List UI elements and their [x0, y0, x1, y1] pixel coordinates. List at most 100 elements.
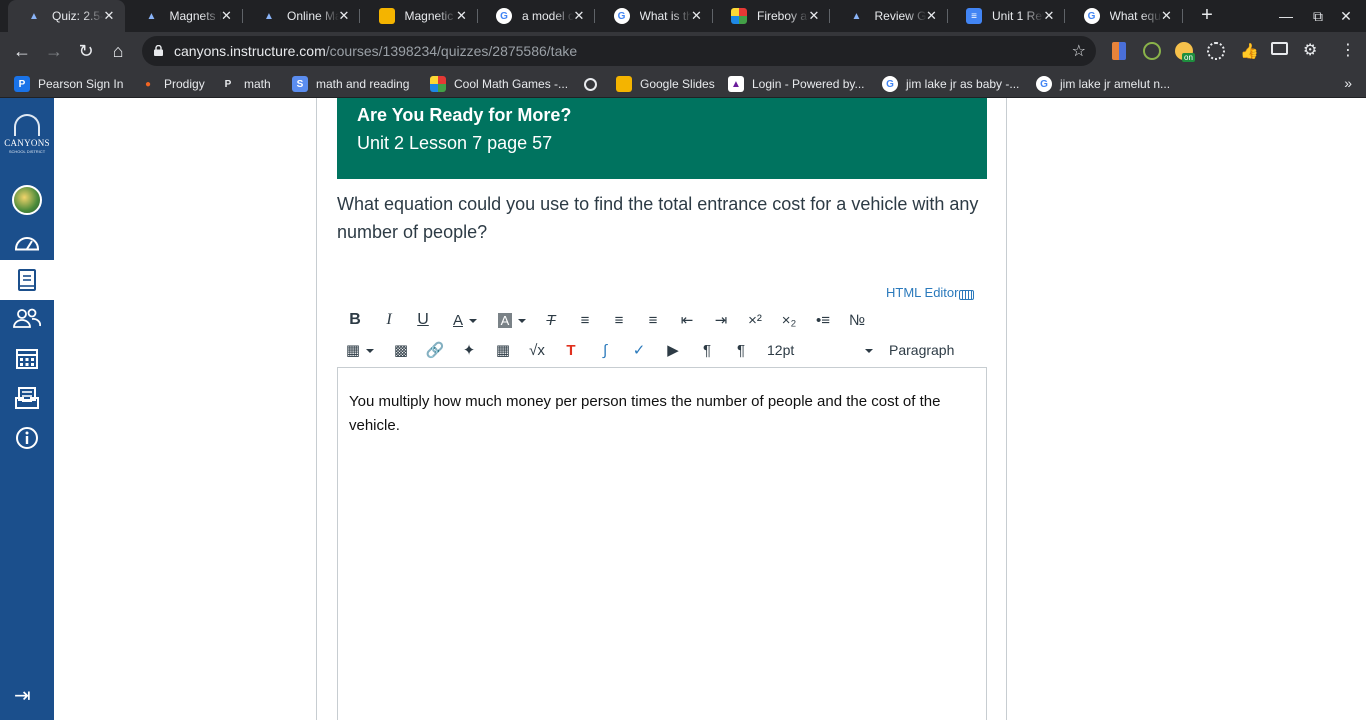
tab-title: What is th	[639, 9, 692, 23]
block-format-select[interactable]: Paragraph	[889, 338, 987, 362]
home-button[interactable]: ⌂	[106, 39, 130, 63]
nav-groups[interactable]	[0, 298, 54, 338]
bullet-list-button[interactable]: •≡	[813, 308, 833, 332]
extension-icon-2[interactable]	[1143, 42, 1161, 60]
minimize-button[interactable]: —	[1276, 6, 1296, 26]
canvas-favicon-icon: ▲	[851, 10, 862, 22]
tab-close-icon[interactable]: ✕	[219, 8, 235, 24]
banner-title: Are You Ready for More?	[357, 105, 572, 125]
tab-title: Quiz: 2.5-	[52, 9, 104, 23]
image-button[interactable]: ▦	[493, 338, 513, 362]
bookmark-item[interactable]: P Pearson Sign In	[14, 76, 123, 92]
browser-tab[interactable]: G What is th ✕	[596, 0, 713, 32]
bookmark-item[interactable]: Gjim lake jr as baby -...	[882, 76, 1019, 92]
outdent-button[interactable]: ⇤	[677, 308, 697, 332]
background-color-button[interactable]: A	[493, 308, 531, 332]
tab-close-icon[interactable]: ✕	[1041, 8, 1057, 24]
browser-tab[interactable]: ≡ Unit 1 Rev ✕	[948, 0, 1065, 32]
tab-title: Unit 1 Rev	[992, 9, 1044, 23]
browser-tab[interactable]: Fireboy ar ✕	[713, 0, 830, 32]
puzzle-icon[interactable]: ⚙	[1303, 40, 1317, 60]
rtl-button[interactable]: ¶	[731, 338, 751, 362]
browser-tab[interactable]: ▲ Magnets I ✕	[126, 0, 243, 32]
media-button[interactable]: ▩	[391, 338, 411, 362]
bookmark-label: math and reading	[316, 77, 410, 91]
answer-text[interactable]: You multiply how much money per person t…	[349, 390, 975, 438]
tab-close-icon[interactable]: ✕	[336, 8, 352, 24]
close-window-button[interactable]: ✕	[1336, 6, 1356, 26]
nav-calendar[interactable]	[0, 338, 54, 378]
text-tool-button[interactable]: T	[561, 338, 581, 362]
unlink-button[interactable]: ✦	[459, 338, 479, 362]
link-button[interactable]: 🔗	[425, 338, 445, 362]
banner-subtitle: Unit 2 Lesson 7 page 57	[357, 133, 553, 153]
align-right-button[interactable]: ≡	[643, 308, 663, 332]
indent-button[interactable]: ⇥	[711, 308, 731, 332]
browser-tab[interactable]: Magnetic ✕	[361, 0, 478, 32]
check-tool-button[interactable]: ✓	[629, 338, 649, 362]
numbered-list-button[interactable]: №	[847, 308, 867, 332]
restore-button[interactable]: ⧉	[1308, 6, 1328, 26]
cast-icon[interactable]	[1271, 42, 1288, 55]
tab-close-icon[interactable]: ✕	[1159, 8, 1175, 24]
tab-close-icon[interactable]: ✕	[101, 8, 117, 24]
nav-dashboard[interactable]	[0, 222, 54, 262]
tab-close-icon[interactable]: ✕	[689, 8, 705, 24]
browser-tab[interactable]: G What equ ✕	[1066, 0, 1183, 32]
italic-button[interactable]: I	[379, 308, 399, 332]
tab-close-icon[interactable]: ✕	[571, 8, 587, 24]
ltr-button[interactable]: ¶	[697, 338, 717, 362]
tab-close-icon[interactable]: ✕	[806, 8, 822, 24]
equation-button[interactable]: √x	[527, 338, 547, 362]
underline-button[interactable]: U	[413, 308, 433, 332]
extension-icon-1[interactable]	[1112, 42, 1126, 60]
tab-close-icon[interactable]: ✕	[924, 8, 940, 24]
address-bar[interactable]: canyons.instructure.com/courses/1398234/…	[142, 36, 1096, 66]
math-tool-button[interactable]: ∫	[595, 338, 615, 362]
browser-tab[interactable]: ▲ Quiz: 2.5- ✕	[8, 0, 125, 32]
bookmark-star-icon[interactable]: ☆	[1072, 41, 1086, 61]
tab-close-icon[interactable]: ✕	[454, 8, 470, 24]
align-left-button[interactable]: ≡	[575, 308, 595, 332]
bookmarks-overflow-icon[interactable]: »	[1344, 75, 1352, 91]
extension-icon-4[interactable]	[1207, 42, 1225, 60]
bookmark-item[interactable]: ● Prodigy	[140, 76, 205, 92]
subscript-button[interactable]: ×₂	[779, 308, 799, 332]
nav-inbox[interactable]	[0, 378, 54, 418]
bookmark-item[interactable]: ▲ Login - Powered by...	[728, 76, 865, 92]
text-color-button[interactable]: A	[445, 308, 485, 332]
align-center-button[interactable]: ≡	[609, 308, 629, 332]
thumbs-up-icon[interactable]: 👍	[1240, 42, 1259, 60]
font-size-select[interactable]: 12pt	[767, 338, 873, 362]
browser-tab[interactable]: Ga model o ✕	[478, 0, 595, 32]
bold-button[interactable]: B	[345, 308, 365, 332]
menu-kebab-icon[interactable]: ⋮	[1340, 40, 1356, 60]
bookmark-item[interactable]: Pmath	[220, 76, 271, 92]
bookmark-item[interactable]: Smath and reading	[292, 76, 409, 92]
html-editor-link[interactable]: HTML Editor	[886, 284, 975, 300]
browser-tab[interactable]: ▲ Online Ma ✕	[243, 0, 360, 32]
clear-formatting-button[interactable]: T	[540, 308, 562, 332]
superscript-button[interactable]: ×²	[745, 308, 765, 332]
lock-icon[interactable]	[154, 45, 163, 56]
video-button[interactable]: ▶	[663, 338, 683, 362]
back-button[interactable]: ←	[10, 39, 34, 63]
new-tab-button[interactable]: +	[1196, 5, 1218, 27]
nav-account[interactable]	[0, 180, 54, 220]
table-button[interactable]: ▦	[345, 338, 375, 362]
answer-editor[interactable]: You multiply how much money per person t…	[337, 367, 987, 720]
forward-button[interactable]: →	[42, 39, 66, 63]
url-text[interactable]: canyons.instructure.com/courses/1398234/…	[174, 43, 577, 59]
bookmark-item[interactable]	[584, 76, 605, 92]
tab-title: Magnetic	[404, 9, 454, 23]
avatar	[12, 185, 42, 215]
bookmark-item[interactable]: Google Slides	[616, 76, 715, 92]
canyons-logo[interactable]: CANYONS SCHOOL DISTRICT	[3, 114, 51, 160]
nav-courses[interactable]	[0, 260, 54, 300]
browser-tab[interactable]: ▲ Review Gu✕	[831, 0, 948, 32]
bookmark-item[interactable]: Gjim lake jr amelut n...	[1036, 76, 1170, 92]
reload-button[interactable]: ↻	[74, 39, 98, 63]
nav-help[interactable]	[0, 418, 54, 458]
collapse-nav-icon[interactable]: ⇥	[14, 683, 31, 708]
bookmark-item[interactable]: Cool Math Games -...	[430, 76, 568, 92]
